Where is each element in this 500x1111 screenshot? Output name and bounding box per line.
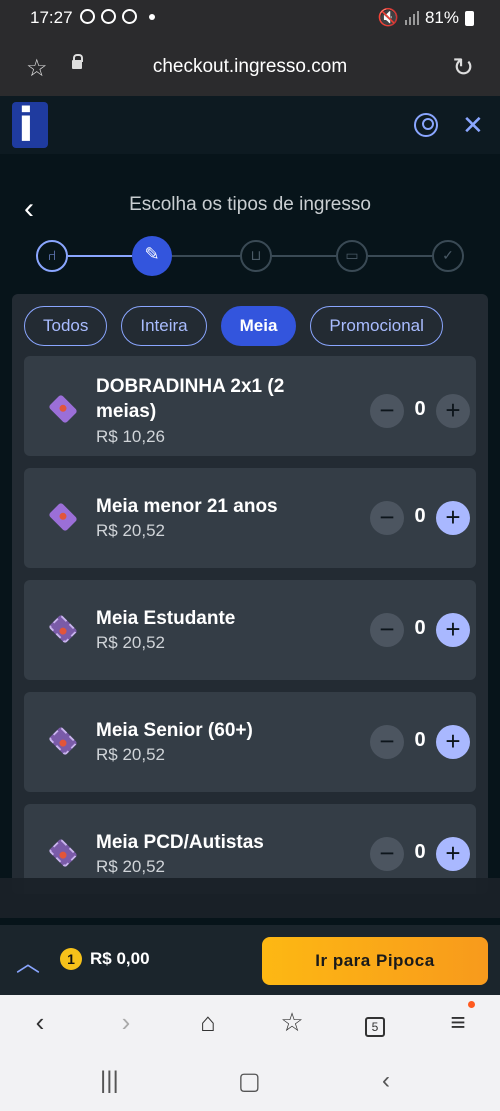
ticket-name: Meia Estudante xyxy=(96,608,236,629)
wallet-icon: ▭ xyxy=(345,247,359,263)
instagram-icon xyxy=(101,9,116,24)
quantity-stepper: − 0 + xyxy=(370,725,470,759)
mute-icon: 🔇 xyxy=(377,8,399,27)
tabs-button[interactable]: 5 xyxy=(355,1007,395,1038)
quantity-value: 0 xyxy=(414,617,426,639)
filter-promocional[interactable]: Promocional xyxy=(310,306,443,346)
reload-icon[interactable]: ↻ xyxy=(452,52,474,83)
chevron-up-icon[interactable]: ︿ xyxy=(16,943,40,978)
popcorn-icon: ⊔ xyxy=(250,247,262,263)
system-navigation-bar: ||| ▢ ‹ xyxy=(0,1053,500,1111)
step-seat[interactable]: ⑁ xyxy=(36,240,68,272)
decrease-button[interactable]: − xyxy=(370,613,404,647)
ticket-name: Meia menor 21 anos xyxy=(96,496,278,517)
url-text[interactable]: checkout.ingresso.com xyxy=(0,56,500,78)
more-notifications-icon xyxy=(149,13,155,20)
ticket-type-icon xyxy=(48,614,78,644)
ticket-price: R$ 10,26 xyxy=(96,427,165,446)
back-icon[interactable]: ‹ xyxy=(20,1007,60,1038)
ticket-name: Meia PCD/Autistas xyxy=(96,832,264,853)
quantity-value: 0 xyxy=(414,729,426,751)
decrease-button[interactable]: − xyxy=(370,837,404,871)
close-icon[interactable]: ✕ xyxy=(462,110,484,141)
menu-icon[interactable]: ≡ xyxy=(438,1007,478,1038)
ticket-type-icon xyxy=(48,394,78,424)
ticket-price: R$ 20,52 xyxy=(96,633,165,652)
user-icon[interactable] xyxy=(414,113,438,137)
ticket-name: Meia Senior (60+) xyxy=(96,720,253,741)
quantity-stepper: − 0 + xyxy=(370,394,470,428)
check-icon: ✓ xyxy=(442,247,454,263)
cart-footer: ︿ 1 R$ 0,00 Ir para Pipoca xyxy=(0,925,500,995)
ticket-price: R$ 20,52 xyxy=(96,857,165,876)
filter-meia[interactable]: Meia xyxy=(220,306,297,346)
increase-button[interactable]: + xyxy=(436,613,470,647)
scroll-fade-overlay xyxy=(0,878,500,918)
status-time: 17:27 xyxy=(30,8,73,27)
increase-button[interactable]: + xyxy=(436,837,470,871)
ticket-icon: ✎ xyxy=(144,244,160,264)
ticket-price: R$ 20,52 xyxy=(96,521,165,540)
decrease-button[interactable]: − xyxy=(370,725,404,759)
home-icon[interactable]: ⌂ xyxy=(188,1007,228,1038)
decrease-button[interactable]: − xyxy=(370,501,404,535)
notification-icons xyxy=(80,9,155,24)
system-icons: 🔇 81% xyxy=(378,8,474,28)
tickets-panel: Todos Inteira Meia Promocional DOBRADINH… xyxy=(12,294,488,894)
stepper-line xyxy=(68,255,132,257)
app-icon xyxy=(122,9,137,24)
step-payment[interactable]: ▭ xyxy=(336,240,368,272)
ingresso-logo[interactable] xyxy=(12,98,48,152)
progress-stepper: ⑁ ✎ ⊔ ▭ ✓ xyxy=(36,236,464,276)
signal-icon xyxy=(404,11,419,25)
ticket-card: Meia menor 21 anos R$ 20,52 − 0 + xyxy=(24,468,476,568)
bookmarks-icon[interactable]: ☆ xyxy=(272,1007,312,1038)
page-title: Escolha os tipos de ingresso xyxy=(129,194,371,215)
increase-button[interactable]: + xyxy=(436,501,470,535)
stepper-line xyxy=(368,255,432,257)
quantity-stepper: − 0 + xyxy=(370,501,470,535)
increase-button[interactable]: + xyxy=(436,725,470,759)
increase-button[interactable]: + xyxy=(436,394,470,428)
quantity-value: 0 xyxy=(414,505,426,527)
browser-toolbar: ‹ › ⌂ ☆ 5 ≡ xyxy=(0,995,500,1053)
stepper-line xyxy=(172,255,240,257)
notification-icon xyxy=(80,9,95,24)
system-back-icon[interactable]: ‹ xyxy=(382,1067,390,1095)
step-snacks[interactable]: ⊔ xyxy=(240,240,272,272)
filter-tabs: Todos Inteira Meia Promocional xyxy=(24,306,443,346)
tabs-icon: 5 xyxy=(365,1017,385,1037)
ticket-type-icon xyxy=(48,838,78,868)
forward-icon[interactable]: › xyxy=(106,1007,146,1038)
go-to-popcorn-button[interactable]: Ir para Pipoca xyxy=(262,937,488,985)
cart-count-badge: 1 xyxy=(60,948,82,970)
ticket-card: Meia Estudante R$ 20,52 − 0 + xyxy=(24,580,476,680)
quantity-value: 0 xyxy=(414,841,426,863)
main-content: ‹ Escolha os tipos de ingresso ⑁ ✎ ⊔ ▭ ✓… xyxy=(0,154,500,925)
browser-address-bar[interactable]: ☆ checkout.ingresso.com ↻ xyxy=(0,38,500,96)
filter-todos[interactable]: Todos xyxy=(24,306,108,346)
ticket-price: R$ 20,52 xyxy=(96,745,165,764)
ticket-name: DOBRADINHA 2x1 (2 meias) xyxy=(96,376,285,422)
ticket-card: Meia Senior (60+) R$ 20,52 − 0 + xyxy=(24,692,476,792)
step-tickets[interactable]: ✎ xyxy=(132,236,172,276)
menu-notification-dot xyxy=(468,1001,475,1008)
seat-icon: ⑁ xyxy=(47,247,57,263)
quantity-stepper: − 0 + xyxy=(370,837,470,871)
decrease-button[interactable]: − xyxy=(370,394,404,428)
step-confirm[interactable]: ✓ xyxy=(432,240,464,272)
quantity-value: 0 xyxy=(414,398,426,420)
status-bar: 17:27 🔇 81% xyxy=(0,0,500,38)
quantity-stepper: − 0 + xyxy=(370,613,470,647)
recent-apps-icon[interactable]: ||| xyxy=(100,1067,119,1095)
ticket-card: DOBRADINHA 2x1 (2 meias) R$ 10,26 − 0 + xyxy=(24,356,476,456)
cart-total: R$ 0,00 xyxy=(90,949,150,968)
filter-inteira[interactable]: Inteira xyxy=(121,306,207,346)
ticket-type-icon xyxy=(48,502,78,532)
stepper-line xyxy=(272,255,336,257)
battery-icon xyxy=(465,10,474,26)
battery-percent: 81% xyxy=(424,8,459,27)
home-button-icon[interactable]: ▢ xyxy=(238,1067,261,1096)
ticket-type-icon xyxy=(48,726,78,756)
